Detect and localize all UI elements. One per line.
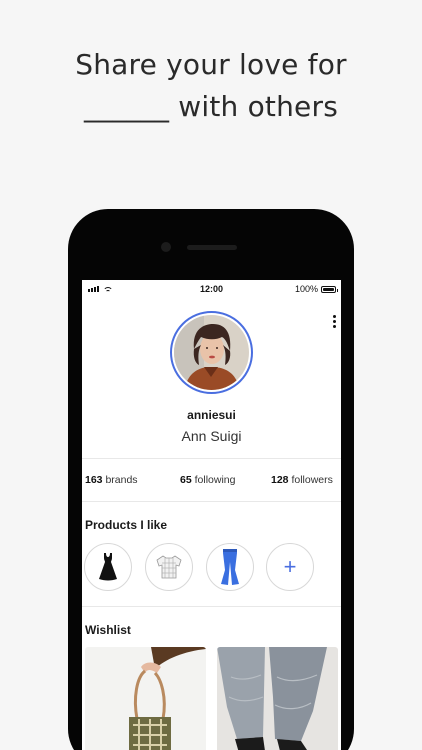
following-label: following bbox=[194, 474, 236, 486]
avatar[interactable] bbox=[170, 311, 253, 394]
product-item[interactable] bbox=[206, 543, 254, 591]
divider bbox=[82, 606, 341, 607]
app-screen: 12:00 100% anniesui Ann Suigi 163 brands… bbox=[82, 280, 341, 750]
headline: Share your love for ______ with others bbox=[0, 44, 422, 128]
more-vertical-icon[interactable] bbox=[333, 315, 337, 330]
stat-brands[interactable]: 163 brands bbox=[85, 474, 138, 486]
brands-count: 163 bbox=[85, 474, 103, 486]
woven-handbag-photo bbox=[85, 647, 206, 750]
wishlist-item[interactable] bbox=[85, 647, 206, 750]
wishlist-section-title: Wishlist bbox=[85, 623, 131, 637]
camera-icon bbox=[161, 242, 171, 252]
product-item[interactable] bbox=[145, 543, 193, 591]
stat-followers[interactable]: 128 followers bbox=[271, 474, 333, 486]
plaid-shirt-icon bbox=[156, 555, 182, 579]
battery-percent: 100% bbox=[294, 284, 318, 294]
speaker-grille bbox=[187, 245, 237, 250]
product-item[interactable] bbox=[84, 543, 132, 591]
products-section-title: Products I like bbox=[85, 518, 168, 532]
battery-icon bbox=[321, 285, 338, 293]
add-product-button[interactable]: + bbox=[266, 543, 314, 591]
headline-line-1: Share your love for bbox=[75, 48, 347, 81]
profile-username: anniesui bbox=[187, 408, 236, 422]
followers-count: 128 bbox=[271, 474, 289, 486]
wishlist-item[interactable] bbox=[217, 647, 338, 750]
following-count: 65 bbox=[180, 474, 192, 486]
headline-line-2: ______ with others bbox=[84, 90, 338, 123]
divider bbox=[82, 458, 341, 459]
profile-full-name: Ann Suigi bbox=[181, 428, 242, 444]
avatar-photo bbox=[174, 315, 249, 390]
brands-label: brands bbox=[105, 474, 138, 486]
jeans-and-shoes-photo bbox=[217, 647, 338, 750]
divider bbox=[82, 501, 341, 502]
status-bar: 12:00 100% bbox=[82, 280, 341, 298]
plus-icon: + bbox=[283, 554, 297, 579]
black-dress-icon bbox=[99, 553, 117, 581]
stat-following[interactable]: 65 following bbox=[180, 474, 235, 486]
blue-flare-pants-icon bbox=[221, 549, 239, 585]
followers-label: followers bbox=[291, 474, 333, 486]
battery-indicator: 100% bbox=[294, 284, 338, 294]
